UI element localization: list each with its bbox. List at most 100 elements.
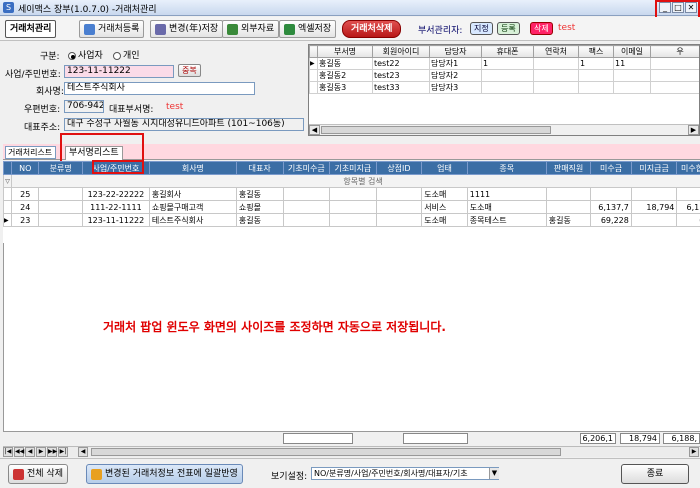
apply-changes-button[interactable]: 변경된 거래처정보 전표에 일괄반영	[86, 464, 243, 484]
table-cell	[533, 57, 579, 70]
table-cell: 홍길동	[317, 57, 373, 70]
dept-col-contact[interactable]: 연락처	[533, 45, 579, 58]
col-receivable-total[interactable]: 미수합계	[676, 161, 700, 175]
dept-col-email[interactable]: 이메일	[613, 45, 651, 58]
horizontal-scroll-thumb[interactable]	[91, 448, 561, 456]
view-settings-label: 보기설정:	[271, 472, 308, 482]
table-cell	[329, 187, 377, 201]
company-input[interactable]: 테스트주식회사	[64, 82, 255, 95]
table-cell	[309, 69, 318, 82]
prev-icon[interactable]: ◀	[25, 447, 35, 457]
col-shop-id[interactable]: 상점ID	[375, 161, 423, 175]
last-page-icon[interactable]: ▶|	[58, 447, 68, 457]
radio-on-icon	[68, 51, 76, 60]
scroll-right-icon[interactable]: ▶	[689, 447, 699, 457]
table-row[interactable]: ▶ 홍길동 test22 담당자1 1 1 11	[309, 57, 699, 70]
table-row[interactable]: 홍길동3 test33 담당자3	[309, 81, 699, 94]
table-cell	[630, 187, 678, 201]
dept-header-marker	[309, 45, 318, 58]
designate-button[interactable]: 지정	[470, 22, 493, 35]
col-no[interactable]: NO	[11, 161, 40, 175]
table-cell: 25	[11, 187, 40, 201]
address-input[interactable]: 대구 수성구 사월동 시지대성유니드아파트 (101~106동)	[64, 118, 304, 131]
dept-col-manager[interactable]: 담당자	[429, 45, 482, 58]
col-payable[interactable]: 미지급금	[630, 161, 678, 175]
dept-grid-header: 부서명 회원아이디 담당자 휴대폰 연락처 팩스 이메일 우	[309, 45, 699, 58]
view-settings-select[interactable]: NO/분류명/사업/주민번호/회사명/대표자/기초	[311, 467, 499, 480]
type-business-radio[interactable]: 사업자	[68, 48, 103, 61]
table-cell	[650, 69, 699, 82]
tab-customer-manage-label: 거래처관리	[10, 24, 52, 34]
type-individual-radio[interactable]: 개인	[113, 48, 140, 61]
scroll-left-icon[interactable]: ◀	[78, 447, 88, 457]
scroll-left-icon[interactable]: ◀	[309, 125, 320, 135]
col-init-payable[interactable]: 기초미지급	[329, 161, 377, 175]
table-row[interactable]: ▶ 23 123-11-11222 테스트주식회사 홍길동 도소매 종목테스트 …	[3, 213, 700, 227]
dept-col-name[interactable]: 부서명	[317, 45, 373, 58]
table-cell: 쇼핑몰	[235, 200, 284, 214]
col-business[interactable]: 업태	[421, 161, 468, 175]
summary-empty-cell	[403, 433, 468, 444]
delete-small-button[interactable]: 삭제	[530, 22, 553, 35]
tab-customer-manage[interactable]: 거래처관리	[5, 20, 57, 38]
duplicate-check-button[interactable]: 중복	[178, 64, 201, 77]
table-cell	[578, 69, 614, 82]
table-cell	[481, 81, 534, 94]
postcode-input[interactable]: 706-942	[64, 100, 104, 113]
table-cell	[630, 213, 678, 227]
register-small-button[interactable]: 등록	[497, 22, 520, 35]
dept-grid-scrollbar[interactable]: ◀ ▶	[309, 124, 699, 135]
col-init-receivable[interactable]: 기초미수금	[282, 161, 331, 175]
col-rep[interactable]: 대표자	[235, 161, 284, 175]
dept-col-fax[interactable]: 팩스	[578, 45, 614, 58]
col-sales-staff[interactable]: 판매직원	[545, 161, 592, 175]
next-icon[interactable]: ▶	[36, 447, 46, 457]
col-receivable[interactable]: 미수금	[590, 161, 632, 175]
tab-customer-list[interactable]: 거래처리스트	[5, 146, 57, 159]
table-cell: test23	[372, 69, 430, 82]
chevron-down-icon[interactable]: ▼	[489, 468, 499, 479]
scroll-thumb[interactable]	[321, 126, 551, 134]
col-category[interactable]: 분류명	[38, 161, 83, 175]
highlight-bizno-header	[92, 160, 144, 174]
excel-save-button[interactable]: 엑셀저장	[279, 20, 337, 38]
external-data-button[interactable]: 외부자료	[222, 20, 280, 38]
table-row[interactable]: 24 111-22-1111 쇼핑몰구매고객 쇼핑몰 서비스 도소매 6,137…	[3, 200, 700, 214]
radio-off-icon	[113, 51, 121, 60]
table-cell: test22	[372, 57, 430, 70]
scroll-right-icon[interactable]: ▶	[688, 125, 699, 135]
change-save-button[interactable]: 변경(年)저장	[150, 20, 224, 38]
filter-icon: ▽	[3, 174, 13, 188]
table-row[interactable]: 25 123-22-22222 홍길회사 홍길동 도소매 1111	[3, 187, 700, 201]
table-cell	[3, 187, 13, 201]
customer-delete-button[interactable]: 거래처삭제	[342, 20, 402, 38]
dept-col-mobile[interactable]: 휴대폰	[481, 45, 534, 58]
col-item[interactable]: 종목	[466, 161, 547, 175]
prev-page-icon[interactable]: ◀◀	[14, 447, 24, 457]
table-cell	[650, 57, 699, 70]
table-cell: 1	[578, 57, 614, 70]
group-search-row[interactable]: ▽ 항목별 검색	[3, 174, 700, 188]
dept-grid: 부서명 회원아이디 담당자 휴대폰 연락처 팩스 이메일 우 ▶ 홍길동 tes…	[308, 44, 700, 136]
external-data-label: 외부자료	[241, 24, 275, 34]
bizno-input[interactable]: 123-11-11222	[64, 65, 174, 78]
dept-col-id[interactable]: 회원아이디	[372, 45, 430, 58]
customer-register-label: 거래처등록	[98, 24, 140, 34]
table-row[interactable]: 홍길동2 test23 담당자2	[309, 69, 699, 82]
next-page-icon[interactable]: ▶▶	[47, 447, 57, 457]
dept-manager-label: 부서관리자:	[418, 26, 463, 36]
delete-all-button[interactable]: 전체 삭제	[8, 464, 68, 484]
address-label: 대표주소:	[24, 123, 61, 133]
table-cell	[375, 200, 423, 214]
first-page-icon[interactable]: |◀	[3, 447, 13, 457]
apply-changes-label: 변경된 거래처정보 전표에 일괄반영	[105, 469, 238, 479]
table-cell	[282, 200, 331, 214]
customer-register-button[interactable]: 거래처등록	[79, 20, 145, 38]
dept-col-post[interactable]: 우	[650, 45, 699, 58]
table-cell	[613, 81, 651, 94]
col-company[interactable]: 회사명	[148, 161, 237, 175]
close-button[interactable]: 종료	[621, 464, 689, 484]
apply-icon	[91, 468, 102, 480]
postcode-label: 우편번호:	[24, 105, 61, 115]
table-cell	[375, 187, 423, 201]
